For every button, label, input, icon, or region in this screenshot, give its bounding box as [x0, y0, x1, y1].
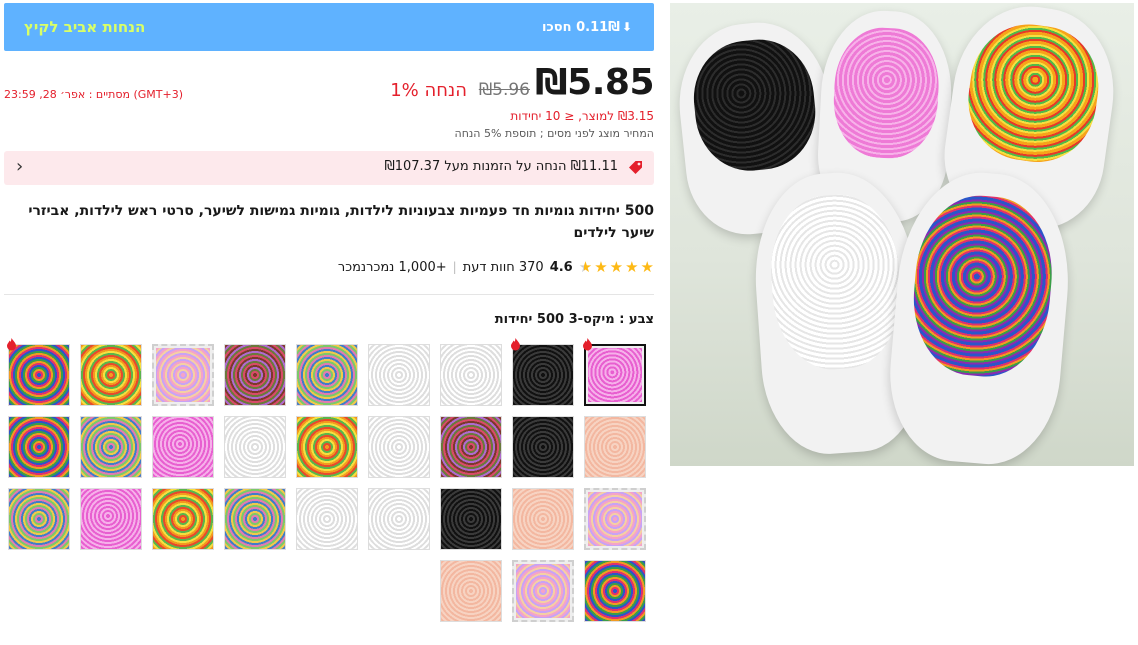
- swatch-thumbnail: [588, 492, 642, 546]
- color-swatch[interactable]: [512, 344, 574, 406]
- color-swatch[interactable]: [224, 488, 286, 550]
- swatch-thumbnail: [441, 417, 501, 477]
- tax-note: המחיר מוצג לפני מסים ; תוספת 5% הנחה: [454, 127, 654, 140]
- color-swatch[interactable]: [80, 416, 142, 478]
- swatch-thumbnail: [513, 489, 573, 549]
- swatch-thumbnail: [513, 417, 573, 477]
- swatch-thumbnail: [81, 489, 141, 549]
- swatch-thumbnail: [441, 561, 501, 621]
- separator: |: [452, 260, 457, 274]
- color-swatch[interactable]: [584, 416, 646, 478]
- review-count[interactable]: 370 חוות דעת: [463, 260, 544, 275]
- promo-banner[interactable]: ⬇ 0.11₪ חסכו הנחות אביב לקיץ: [4, 3, 654, 51]
- color-swatch[interactable]: [296, 416, 358, 478]
- color-swatch[interactable]: [512, 416, 574, 478]
- hot-flame-icon: [511, 338, 520, 351]
- color-swatch-selected[interactable]: [584, 344, 646, 406]
- hot-flame-icon: [583, 338, 592, 351]
- star-icon: ★: [594, 258, 608, 276]
- swatch-thumbnail: [81, 345, 141, 405]
- color-swatch[interactable]: [80, 344, 142, 406]
- variant-label: צבע : מיקס-3 500 יחידות: [494, 312, 654, 327]
- hot-flame-icon: [7, 338, 16, 351]
- sold-count: +1,000 נמכרנמכר: [337, 259, 447, 275]
- swatch-thumbnail: [153, 489, 213, 549]
- color-swatch[interactable]: [512, 560, 574, 622]
- banner-title: הנחות אביב לקיץ: [24, 18, 146, 36]
- swatch-thumbnail: [585, 417, 645, 477]
- coupon-tag-icon: [629, 161, 642, 174]
- rating-stars: ★ ★ ★ ★ ★: [579, 259, 654, 275]
- color-swatch[interactable]: [584, 488, 646, 550]
- swatch-thumbnail: [585, 561, 645, 621]
- coupon-bar[interactable]: ₪11.11 הנחה על הזמנות מעל ₪107.37 ›: [4, 151, 654, 185]
- color-swatch[interactable]: [440, 560, 502, 622]
- swatch-thumbnail: [156, 348, 210, 402]
- divider: [4, 294, 654, 295]
- swatch-thumbnail: [369, 345, 429, 405]
- product-main-image[interactable]: [670, 3, 1134, 466]
- current-price: ₪5.85: [535, 62, 654, 103]
- color-swatch[interactable]: [440, 488, 502, 550]
- swatch-thumbnail: [588, 348, 642, 402]
- color-swatch[interactable]: [152, 344, 214, 406]
- color-swatch[interactable]: [440, 416, 502, 478]
- swatch-thumbnail: [9, 417, 69, 477]
- swatch-thumbnail: [225, 417, 285, 477]
- rating-value: 4.6: [549, 259, 573, 275]
- color-swatch[interactable]: [224, 416, 286, 478]
- swatch-thumbnail: [297, 417, 357, 477]
- color-swatch[interactable]: [512, 488, 574, 550]
- savings-text: 0.11₪ חסכו: [541, 19, 620, 35]
- product-title: 500 יחידות גומיות חד פעמיות צבעוניות ליל…: [28, 203, 654, 241]
- swatch-thumbnail: [9, 345, 69, 405]
- star-icon: ★: [609, 258, 624, 276]
- bulk-price-note: ₪3.15 למוצר, ≤ 10 יחידות: [510, 109, 654, 123]
- rating-row[interactable]: ★ ★ ★ ★ ★ 4.6 370 חוות דעת | +1,000 נמכר…: [338, 257, 654, 277]
- swatch-thumbnail: [369, 489, 429, 549]
- sale-end-time: מסתיים : אפר׳ 28, 23:59 (GMT+3): [4, 88, 183, 101]
- swatch-thumbnail: [225, 345, 285, 405]
- color-swatch[interactable]: [152, 416, 214, 478]
- color-swatch[interactable]: [80, 488, 142, 550]
- swatch-thumbnail: [297, 489, 357, 549]
- swatch-thumbnail: [297, 345, 357, 405]
- star-icon: ★: [625, 258, 639, 276]
- original-price: ₪5.96: [478, 80, 530, 100]
- color-swatch[interactable]: [8, 344, 70, 406]
- color-swatch[interactable]: [224, 344, 286, 406]
- color-swatch[interactable]: [368, 416, 430, 478]
- swatch-thumbnail: [441, 489, 501, 549]
- color-swatch[interactable]: [368, 488, 430, 550]
- color-swatch[interactable]: [8, 416, 70, 478]
- swatch-thumbnail: [153, 417, 213, 477]
- star-half-icon: ★: [578, 258, 593, 276]
- swatch-thumbnail: [369, 417, 429, 477]
- chevron-right-icon[interactable]: ›: [16, 156, 23, 177]
- discount-badge: 1% הנחה: [390, 80, 467, 101]
- product-page: ⬇ 0.11₪ חסכו הנחות אביב לקיץ ₪5.85 ₪5.96…: [0, 0, 1138, 645]
- color-swatch[interactable]: [584, 560, 646, 622]
- color-swatch[interactable]: [440, 344, 502, 406]
- swatch-thumbnail: [225, 489, 285, 549]
- color-swatch[interactable]: [296, 488, 358, 550]
- swatch-thumbnail: [513, 345, 573, 405]
- color-swatch[interactable]: [368, 344, 430, 406]
- swatch-thumbnail: [441, 345, 501, 405]
- color-swatch[interactable]: [152, 488, 214, 550]
- color-swatch[interactable]: [8, 488, 70, 550]
- color-swatch[interactable]: [296, 344, 358, 406]
- swatch-thumbnail: [9, 489, 69, 549]
- swatch-thumbnail: [516, 564, 570, 618]
- swatch-thumbnail: [81, 417, 141, 477]
- price-section: ₪5.85 ₪5.96 1% הנחה מסתיים : אפר׳ 28, 23…: [4, 62, 654, 108]
- coupon-text: ₪11.11 הנחה על הזמנות מעל ₪107.37: [384, 159, 618, 174]
- arrow-down-icon: ⬇: [621, 20, 632, 34]
- star-icon: ★: [640, 258, 654, 276]
- savings-label: ⬇ 0.11₪ חסכו: [542, 20, 632, 35]
